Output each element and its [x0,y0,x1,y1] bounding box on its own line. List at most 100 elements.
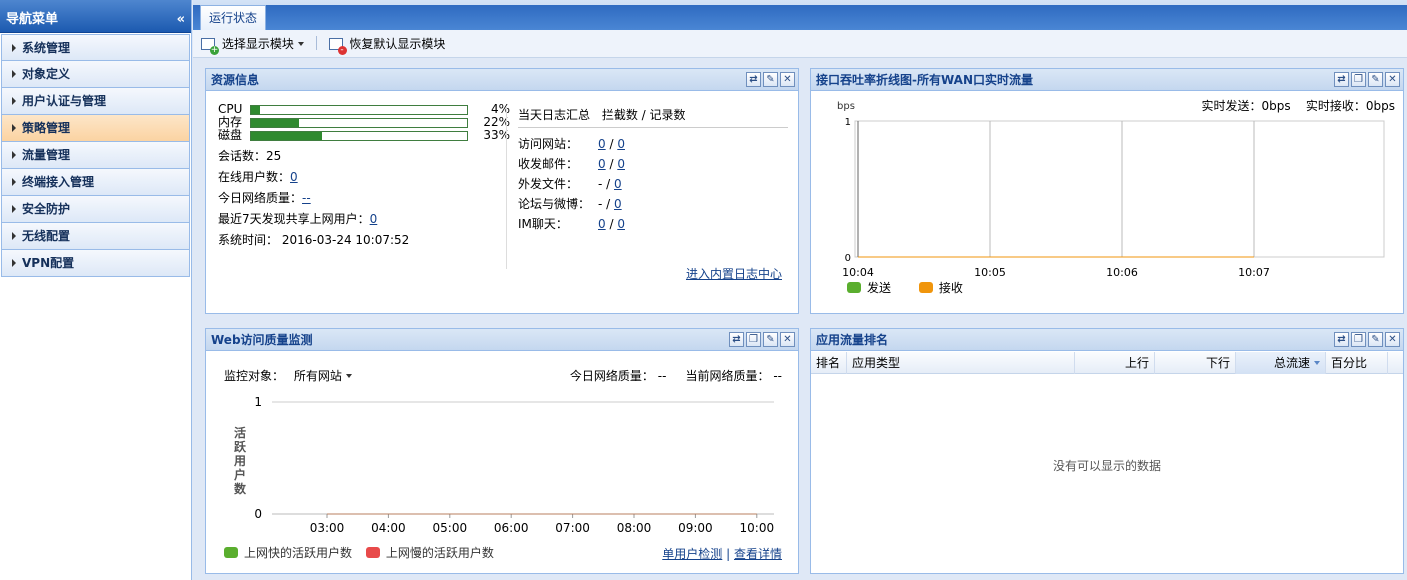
online-users-row: 在线用户数：0 [218,170,508,184]
legend-recv-swatch [918,282,933,293]
maximize-icon[interactable]: ❐ [746,332,761,347]
panel-header: 接口吞吐率折线图-所有WAN口实时流量 ⇄ ❐ ✎ ✕ [811,69,1403,91]
x-tick-label: 06:00 [494,521,529,535]
maximize-icon[interactable]: ❐ [1351,72,1366,87]
sidebar-item-label: 对象定义 [22,67,71,81]
tab-bar: 运行状态 [193,0,1407,30]
restore-default-label: 恢复默认显示模块 [349,37,446,51]
online-users-link[interactable]: 0 [290,170,298,184]
log-total-count[interactable]: 0 [617,157,625,171]
chevron-right-icon [12,232,16,240]
panel-title: 资源信息 [211,73,260,87]
log-blocked-count[interactable]: 0 [598,137,606,151]
log-total-count[interactable]: 0 [617,217,625,231]
settings-icon[interactable]: ✎ [1368,72,1383,87]
log-row: 访问网站： 0 / 0 [518,134,788,154]
refresh-icon[interactable]: ⇄ [1334,332,1349,347]
log-blocked-count[interactable]: 0 [598,217,606,231]
restore-default-button[interactable]: 恢复默认显示模块 [328,30,446,58]
log-total-count[interactable]: 0 [614,177,622,191]
log-label: 外发文件： [518,177,579,191]
column-total-rate[interactable]: 总流速 [1236,352,1326,374]
chevron-right-icon [12,44,16,52]
chevron-right-icon [12,259,16,267]
legend-slow-swatch [365,547,380,558]
toolbar-divider [315,36,317,50]
sidebar-item[interactable]: 无线配置 [1,223,190,250]
app-ranking-panel: 应用流量排名 ⇄ ❐ ✎ ✕ 排名 应用类型 上行 下行 总流速 百分比 没有可以显示… [810,328,1404,574]
log-row: IM聊天： 0 / 0 [518,214,788,234]
y-axis-unit: bps [837,101,855,112]
sidebar-item[interactable]: 终端接入管理 [1,169,190,196]
single-user-check-link[interactable]: 单用户检测 [662,547,722,561]
column-percent[interactable]: 百分比 [1326,352,1388,374]
panel-header: Web访问质量监测 ⇄ ❐ ✎ ✕ [206,329,798,351]
legend-send-label: 发送 [867,281,892,295]
sidebar-header: 导航菜单 « [0,0,191,33]
close-icon[interactable]: ✕ [1385,332,1400,347]
refresh-icon[interactable]: ⇄ [1334,72,1349,87]
x-tick-label: 05:00 [433,521,468,535]
shared-users-link[interactable]: 0 [370,212,378,226]
panel-title: 应用流量排名 [816,333,889,347]
column-upload[interactable]: 上行 [1075,352,1155,374]
refresh-icon[interactable]: ⇄ [746,72,761,87]
sidebar-item[interactable]: 用户认证与管理 [1,88,190,115]
y-axis-label-char: 用 [233,454,246,468]
log-total-count[interactable]: 0 [617,137,625,151]
sort-desc-icon [1314,361,1320,365]
chevron-right-icon [12,151,16,159]
sidebar-item-label: 终端接入管理 [22,175,95,189]
y-tick-label: 0 [845,253,851,264]
log-separator: / [602,177,615,191]
column-rank[interactable]: 排名 [811,352,847,374]
monitor-target-label: 监控对象： [224,369,285,383]
web-links: 单用户检测 | 查看详情 [662,545,782,562]
settings-icon[interactable]: ✎ [763,332,778,347]
sidebar-item[interactable]: 安全防护 [1,196,190,223]
view-details-link[interactable]: 查看详情 [734,547,782,561]
settings-icon[interactable]: ✎ [763,72,778,87]
chevron-down-icon [345,374,352,378]
settings-icon[interactable]: ✎ [1368,332,1383,347]
log-title: 当天日志汇总 [518,108,591,122]
close-icon[interactable]: ✕ [780,332,795,347]
collapse-icon[interactable]: « [177,0,185,40]
sidebar-item-label: 用户认证与管理 [22,94,107,108]
log-label: 收发邮件： [518,157,579,171]
sidebar-item-label: 系统管理 [22,41,71,55]
column-app-type[interactable]: 应用类型 [847,352,1075,374]
close-icon[interactable]: ✕ [780,72,795,87]
refresh-icon[interactable]: ⇄ [729,332,744,347]
sessions-row: 会话数：25 [218,149,508,163]
chevron-right-icon [12,124,16,132]
tab-running-status[interactable]: 运行状态 [200,5,267,30]
toolbar: 选择显示模块 恢复默认显示模块 [193,30,1407,58]
log-separator: / [605,217,618,231]
log-center-link[interactable]: 进入内置日志中心 [686,265,782,282]
sidebar-item[interactable]: 策略管理 [1,115,190,142]
monitor-target-select[interactable]: 所有网站 [294,369,352,383]
select-modules-button[interactable]: 选择显示模块 [201,30,304,58]
sidebar-title: 导航菜单 [6,12,59,27]
monitor-target-value: 所有网站 [293,369,342,383]
x-tick-label: 03:00 [310,521,345,535]
maximize-icon[interactable]: ❐ [1351,332,1366,347]
sidebar-item[interactable]: VPN配置 [1,250,190,277]
sessions-label: 会话数： [218,149,267,163]
log-blocked-count[interactable]: 0 [598,157,606,171]
x-tick-label: 07:00 [555,521,590,535]
select-modules-label: 选择显示模块 [221,37,294,51]
sidebar-item[interactable]: 对象定义 [1,61,190,88]
sidebar-item[interactable]: 系统管理 [1,34,190,61]
sidebar-item[interactable]: 流量管理 [1,142,190,169]
log-row: 外发文件： - / 0 [518,174,788,194]
column-download[interactable]: 下行 [1155,352,1236,374]
close-icon[interactable]: ✕ [1385,72,1400,87]
log-total-count[interactable]: 0 [614,197,622,211]
y-tick-label: 1 [845,117,851,128]
quality-link[interactable]: -- [302,191,311,205]
log-label: 访问网站： [518,137,579,151]
log-columns: 拦截数 / 记录数 [601,108,686,122]
resource-panel: 资源信息 ⇄ ✎ ✕ CPU 4% 内存 22% 磁盘 33% 会话数：25 在线用户数：0 … [205,68,799,314]
